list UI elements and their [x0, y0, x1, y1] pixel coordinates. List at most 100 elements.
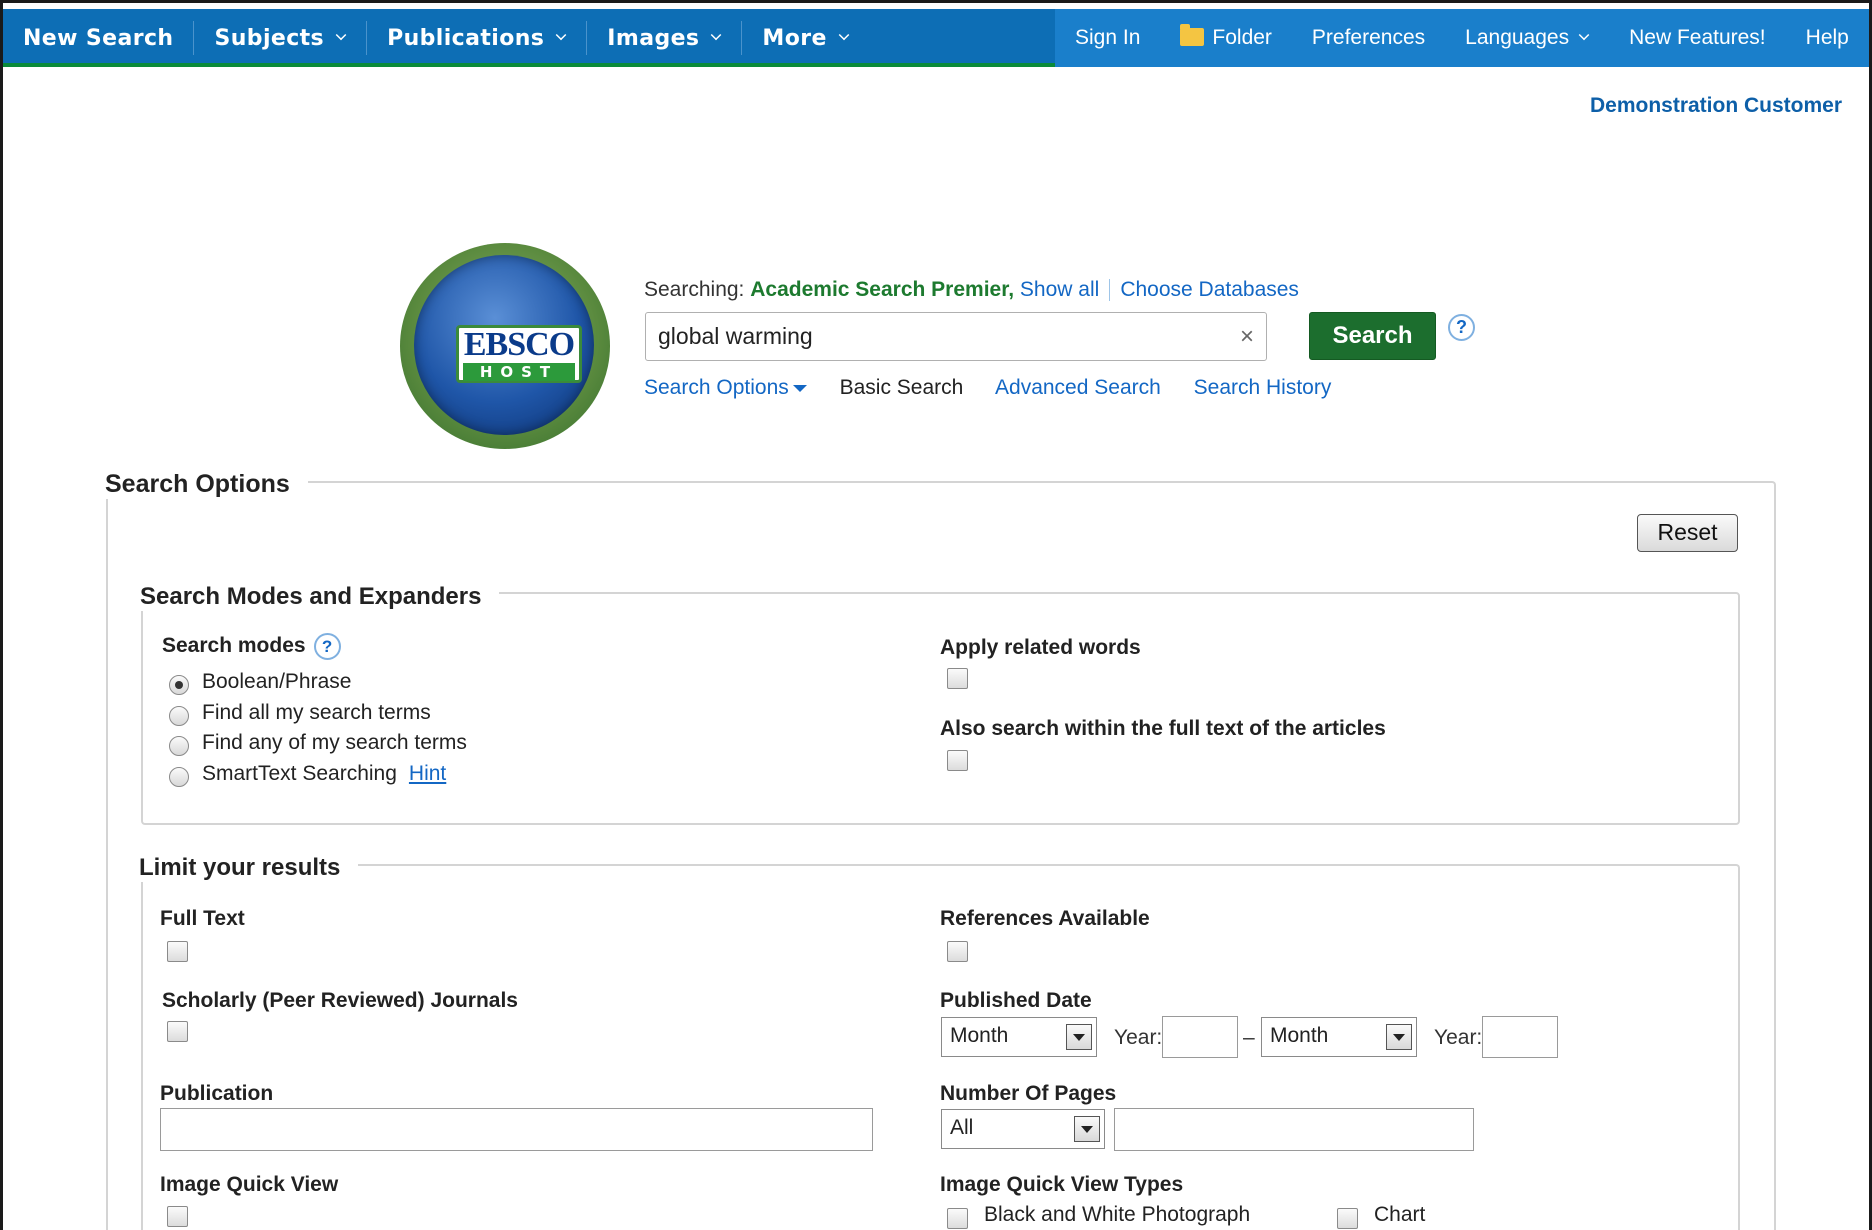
- chart-checkbox[interactable]: [1337, 1208, 1358, 1229]
- radio-label: Boolean/Phrase: [202, 670, 352, 693]
- caret-down-icon: [792, 384, 807, 392]
- search-modes-label: Search modes?: [162, 633, 341, 660]
- show-all-link[interactable]: Show all: [1020, 278, 1099, 301]
- new-features-link[interactable]: New Features!: [1609, 26, 1786, 50]
- customer-name[interactable]: Demonstration Customer: [1590, 94, 1842, 118]
- search-options-label: Search Options: [644, 376, 789, 399]
- search-box: ×: [645, 312, 1267, 361]
- chevron-down-icon: [838, 29, 850, 41]
- full-text-search-checkbox[interactable]: [947, 750, 968, 771]
- image-quick-view-checkbox[interactable]: [167, 1206, 188, 1227]
- image-quick-view-label: Image Quick View: [160, 1173, 339, 1196]
- searching-prefix: Searching:: [644, 278, 745, 301]
- nav-more[interactable]: More: [742, 21, 868, 55]
- radio-boolean-phrase[interactable]: [169, 675, 189, 695]
- logo-globe: EBSCO HOST: [414, 255, 594, 435]
- chevron-down-icon: [1578, 29, 1590, 41]
- chevron-down-icon: [335, 29, 347, 41]
- top-navigation-bar: New Search Subjects Publications Images …: [3, 9, 1869, 67]
- folder-icon: [1180, 24, 1205, 46]
- search-help-icon[interactable]: ?: [1448, 314, 1475, 341]
- folder-label: Folder: [1212, 26, 1272, 49]
- limit-results-title: Limit your results: [139, 854, 359, 882]
- choose-databases-link[interactable]: Choose Databases: [1120, 278, 1299, 301]
- searching-line: Searching: Academic Search Premier, Show…: [644, 278, 1299, 302]
- radio-smarttext[interactable]: [169, 767, 189, 787]
- radio-find-any-terms[interactable]: [169, 736, 189, 756]
- search-input[interactable]: [658, 321, 1218, 351]
- nav-new-search[interactable]: New Search: [3, 21, 195, 55]
- scholarly-label: Scholarly (Peer Reviewed) Journals: [162, 989, 518, 1012]
- date-range-dash: –: [1243, 1026, 1255, 1049]
- publication-input[interactable]: [160, 1108, 873, 1151]
- basic-search-link[interactable]: Basic Search: [840, 376, 964, 399]
- logo-badge: EBSCO HOST: [456, 325, 582, 383]
- full-text-checkbox[interactable]: [167, 941, 188, 962]
- languages-label: Languages: [1465, 26, 1570, 49]
- search-history-link[interactable]: Search History: [1194, 376, 1332, 399]
- hint-link[interactable]: Hint: [409, 762, 446, 785]
- nav-subjects[interactable]: Subjects: [194, 21, 368, 55]
- clear-icon[interactable]: ×: [1240, 323, 1254, 351]
- logo-text-ebsco: EBSCO: [463, 326, 575, 363]
- number-of-pages-label: Number Of Pages: [940, 1082, 1117, 1105]
- year-to-label: Year:: [1434, 1026, 1483, 1049]
- search-modes-help-icon[interactable]: ?: [313, 633, 341, 660]
- nav-label: Subjects: [214, 25, 325, 51]
- scholarly-checkbox[interactable]: [167, 1021, 188, 1042]
- select-value: Month: [950, 1024, 1009, 1047]
- search-links: Search Options Basic Search Advanced Sea…: [644, 376, 1358, 400]
- database-name: Academic Search Premier,: [750, 278, 1015, 301]
- references-label: References Available: [940, 907, 1150, 930]
- image-quick-view-types-label: Image Quick View Types: [940, 1173, 1184, 1196]
- primary-nav: New Search Subjects Publications Images …: [3, 9, 869, 67]
- number-of-pages-select[interactable]: All: [941, 1109, 1105, 1149]
- reset-button[interactable]: Reset: [1637, 514, 1738, 552]
- published-date-label: Published Date: [940, 989, 1092, 1012]
- year-from-label: Year:: [1114, 1026, 1163, 1049]
- nav-label: More: [762, 25, 827, 51]
- utility-nav: Sign In Folder Preferences Languages New…: [1055, 9, 1869, 67]
- radio-label: SmartText Searching: [202, 762, 397, 785]
- dropdown-arrow-icon: [1074, 1116, 1100, 1142]
- help-link[interactable]: Help: [1786, 26, 1869, 50]
- search-modes-title: Search Modes and Expanders: [140, 583, 500, 611]
- nav-label: New Search: [23, 25, 174, 51]
- languages-menu[interactable]: Languages: [1445, 26, 1609, 50]
- smarttext-option: SmartText Searching Hint: [202, 762, 446, 786]
- nav-publications[interactable]: Publications: [367, 21, 588, 55]
- search-button[interactable]: Search: [1309, 312, 1436, 360]
- number-of-pages-input[interactable]: [1114, 1108, 1474, 1151]
- nav-images[interactable]: Images: [587, 21, 743, 55]
- dropdown-arrow-icon: [1066, 1024, 1092, 1050]
- preferences-link[interactable]: Preferences: [1292, 26, 1445, 50]
- full-text-label: Full Text: [160, 907, 245, 930]
- bw-photograph-label: Black and White Photograph: [984, 1203, 1251, 1226]
- references-checkbox[interactable]: [947, 941, 968, 962]
- nav-label: Images: [607, 25, 700, 51]
- select-value: Month: [1270, 1024, 1329, 1047]
- publication-label: Publication: [160, 1082, 274, 1105]
- advanced-search-link[interactable]: Advanced Search: [995, 376, 1161, 399]
- folder-link[interactable]: Folder: [1160, 24, 1292, 50]
- year-to-input[interactable]: [1482, 1016, 1558, 1058]
- published-month-from-select[interactable]: Month: [941, 1017, 1097, 1057]
- ebscohost-logo: EBSCO HOST: [400, 243, 610, 449]
- logo-text-host: HOST: [463, 363, 575, 381]
- sign-in-link[interactable]: Sign In: [1055, 26, 1160, 50]
- year-from-input[interactable]: [1162, 1016, 1238, 1058]
- radio-label: Find all my search terms: [202, 701, 431, 724]
- radio-label: Find any of my search terms: [202, 731, 467, 754]
- search-options-title: Search Options: [105, 470, 308, 499]
- bw-photograph-checkbox[interactable]: [947, 1208, 968, 1229]
- dropdown-arrow-icon: [1386, 1024, 1412, 1050]
- divider: [1109, 279, 1111, 302]
- related-words-checkbox[interactable]: [947, 668, 968, 689]
- search-modes-text: Search modes: [162, 634, 306, 658]
- published-month-to-select[interactable]: Month: [1261, 1017, 1417, 1057]
- search-options-link[interactable]: Search Options: [644, 376, 807, 399]
- radio-find-all-terms[interactable]: [169, 706, 189, 726]
- select-value: All: [950, 1116, 974, 1139]
- nav-label: Publications: [387, 25, 545, 51]
- chart-label: Chart: [1374, 1203, 1426, 1226]
